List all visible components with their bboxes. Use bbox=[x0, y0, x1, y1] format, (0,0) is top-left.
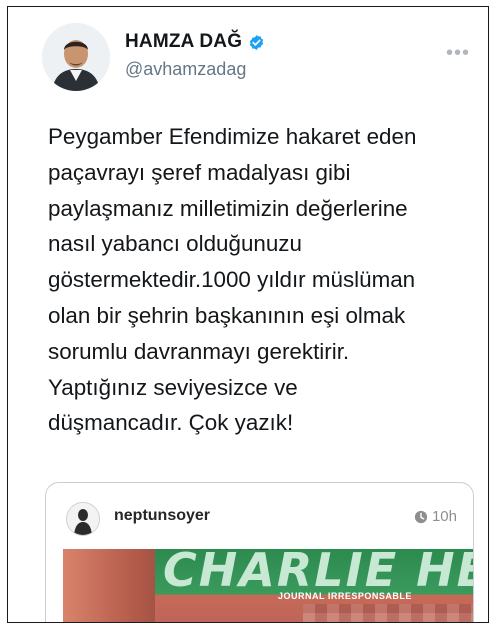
tweet-text-line: paylaşmanız milletimizin değerlerine bbox=[48, 195, 408, 221]
cover-subtitle: JOURNAL IRRESPONSABLE bbox=[278, 591, 412, 601]
tweet-screenshot-frame: HAMZA DAĞ @avhamzadag ••• Peygamber Efen… bbox=[7, 6, 489, 623]
avatar-photo bbox=[42, 23, 110, 91]
tweet-text-line: düşmancadır. Çok yazık! bbox=[48, 410, 294, 436]
embedded-post-image[interactable]: CHARLIE HEBD JOURNAL IRRESPONSABLE bbox=[63, 549, 473, 622]
tweet-text-line: Yaptığınız seviyesizce ve bbox=[48, 374, 298, 400]
embedded-username[interactable]: neptunsoyer bbox=[114, 507, 210, 525]
tweet-text-line: sorumlu davranmayı gerektirir. bbox=[48, 338, 350, 364]
tweet-text-line: göstermektedir.1000 yıldır müslüman bbox=[48, 267, 416, 293]
tweet-text-line: nasıl yabancı olduğunuzu bbox=[48, 231, 302, 257]
author-name-row: HAMZA DAĞ bbox=[125, 31, 265, 53]
tweet-text-line: Peygamber Efendimize hakaret eden bbox=[48, 124, 417, 149]
embedded-time-text: 10h bbox=[431, 508, 457, 525]
author-handle[interactable]: @avhamzadag bbox=[125, 59, 246, 80]
tweet-text-line: paçavrayı şeref madalyası gibi bbox=[48, 159, 351, 185]
embedded-post-time: 10h bbox=[414, 508, 457, 525]
verified-badge-icon bbox=[248, 34, 265, 51]
embedded-user-avatar[interactable] bbox=[66, 502, 100, 536]
embedded-instagram-card[interactable]: neptunsoyer 10h CHARLIE HEBD JOURNAL IRR… bbox=[45, 482, 474, 622]
pixelated-region bbox=[303, 604, 473, 622]
tweet-text: Peygamber Efendimize hakaret eden paçavr… bbox=[48, 119, 478, 441]
tweet-text-line: olan bir şehrin başkanının eşi olmak bbox=[48, 302, 406, 328]
author-avatar[interactable] bbox=[42, 23, 110, 91]
clock-icon bbox=[414, 510, 428, 524]
cover-title: CHARLIE HEBD bbox=[163, 549, 473, 597]
more-options-icon[interactable]: ••• bbox=[446, 43, 470, 63]
author-name[interactable]: HAMZA DAĞ bbox=[125, 31, 242, 53]
